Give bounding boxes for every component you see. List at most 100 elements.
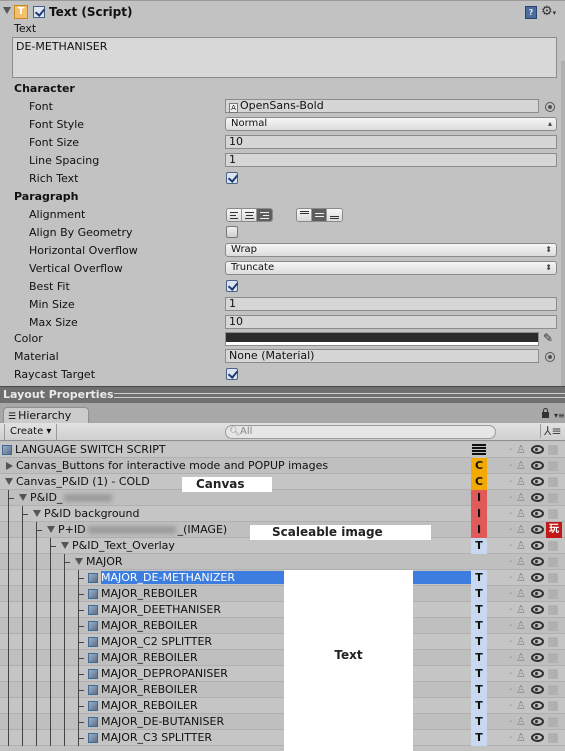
hierarchy-row[interactable]: MAJOR · ♙ bbox=[0, 554, 565, 570]
row-lock-icon[interactable] bbox=[548, 557, 558, 567]
visibility-eye-icon[interactable] bbox=[531, 685, 544, 694]
help-book-icon[interactable]: ? bbox=[525, 6, 537, 19]
font-size-field[interactable]: 10 bbox=[225, 135, 557, 149]
visibility-eye-icon[interactable] bbox=[531, 653, 544, 662]
create-button[interactable]: Create ▾ bbox=[4, 424, 58, 440]
row-lock-icon[interactable] bbox=[548, 445, 558, 455]
visibility-eye-icon[interactable] bbox=[531, 637, 544, 646]
max-size-field[interactable]: 10 bbox=[225, 315, 557, 329]
expand-arrow-icon[interactable] bbox=[19, 494, 27, 501]
pickable-icon[interactable]: · ♙ bbox=[509, 555, 526, 568]
horizontal-overflow-dropdown[interactable]: Wrap ⬍ bbox=[225, 243, 557, 257]
eyedropper-icon[interactable]: ✎ bbox=[543, 331, 553, 345]
foldout-arrow-icon[interactable] bbox=[3, 7, 11, 14]
color-swatch[interactable] bbox=[225, 332, 539, 346]
pickable-icon[interactable]: · ♙ bbox=[509, 699, 526, 712]
tab-hierarchy[interactable]: ☰ Hierarchy bbox=[3, 407, 89, 424]
hierarchy-row[interactable]: MAJOR_REBOILER T · ♙ bbox=[0, 650, 565, 666]
row-lock-icon[interactable] bbox=[548, 541, 558, 551]
pickable-icon[interactable]: · ♙ bbox=[509, 475, 526, 488]
rich-text-checkbox[interactable] bbox=[226, 172, 238, 184]
component-enabled-checkbox[interactable] bbox=[33, 6, 45, 18]
hierarchy-row[interactable]: MAJOR_C2 SPLITTER T · ♙ bbox=[0, 634, 565, 650]
material-field[interactable]: None (Material) bbox=[225, 349, 539, 363]
lock-icon[interactable] bbox=[542, 408, 549, 418]
pickable-icon[interactable]: · ♙ bbox=[509, 715, 526, 728]
expand-arrow-icon[interactable] bbox=[47, 526, 55, 533]
hierarchy-row[interactable]: MAJOR_DE-BUTANISER T · ♙ bbox=[0, 714, 565, 730]
search-input[interactable]: 🔍︎ All bbox=[225, 425, 496, 439]
raycast-target-checkbox[interactable] bbox=[226, 368, 238, 380]
row-lock-icon[interactable] bbox=[548, 733, 558, 743]
hierarchy-row[interactable]: MAJOR_REBOILER T · ♙ bbox=[0, 682, 565, 698]
pickable-icon[interactable]: · ♙ bbox=[509, 683, 526, 696]
visibility-eye-icon[interactable] bbox=[531, 461, 544, 470]
best-fit-checkbox[interactable] bbox=[226, 280, 238, 292]
row-lock-icon[interactable] bbox=[548, 493, 558, 503]
visibility-eye-icon[interactable] bbox=[531, 525, 544, 534]
row-lock-icon[interactable] bbox=[548, 701, 558, 711]
hierarchy-row[interactable]: MAJOR_REBOILER T · ♙ bbox=[0, 698, 565, 714]
pickable-icon[interactable]: · ♙ bbox=[509, 635, 526, 648]
visibility-eye-icon[interactable] bbox=[531, 733, 544, 742]
visibility-eye-icon[interactable] bbox=[531, 717, 544, 726]
visibility-eye-icon[interactable] bbox=[531, 541, 544, 550]
row-lock-icon[interactable] bbox=[548, 685, 558, 695]
collapsed-arrow-icon[interactable] bbox=[6, 462, 13, 470]
pickable-icon[interactable]: · ♙ bbox=[509, 587, 526, 600]
visibility-eye-icon[interactable] bbox=[531, 557, 544, 566]
pickable-icon[interactable]: · ♙ bbox=[509, 459, 526, 472]
hierarchy-row[interactable]: MAJOR_DEETHANISER T · ♙ bbox=[0, 602, 565, 618]
row-lock-icon[interactable] bbox=[548, 605, 558, 615]
visibility-eye-icon[interactable] bbox=[531, 493, 544, 502]
hierarchy-row[interactable]: P&ID_ I · ♙ bbox=[0, 490, 565, 506]
pickable-icon[interactable]: · ♙ bbox=[509, 619, 526, 632]
pickable-icon[interactable]: · ♙ bbox=[509, 667, 526, 680]
row-lock-icon[interactable] bbox=[548, 509, 558, 519]
hierarchy-row[interactable]: MAJOR_DEPROPANISER T · ♙ bbox=[0, 666, 565, 682]
drag-handle[interactable] bbox=[114, 393, 565, 398]
tab-menu-icon[interactable]: ▾≡ bbox=[554, 411, 565, 420]
pickable-icon[interactable]: · ♙ bbox=[509, 491, 526, 504]
line-spacing-field[interactable]: 1 bbox=[225, 153, 557, 167]
hierarchy-row[interactable]: MAJOR_DE-METHANIZER T · ♙ bbox=[0, 570, 565, 586]
hierarchy-row[interactable]: MAJOR_REBOILER T · ♙ bbox=[0, 618, 565, 634]
align-by-geometry-checkbox[interactable] bbox=[226, 226, 238, 238]
text-input[interactable]: DE-METHANISER bbox=[12, 37, 557, 78]
pickable-icon[interactable]: · ♙ bbox=[509, 539, 526, 552]
row-lock-icon[interactable] bbox=[548, 669, 558, 679]
hierarchy-row[interactable]: MAJOR_REBOILER T · ♙ bbox=[0, 586, 565, 602]
hierarchy-row[interactable]: P&ID_Text_Overlay T · ♙ bbox=[0, 538, 565, 554]
hierarchy-row[interactable]: Canvas_Buttons for interactive mode and … bbox=[0, 458, 565, 474]
scene-filter-icon[interactable]: ⅄≡ bbox=[540, 424, 561, 438]
row-lock-icon[interactable] bbox=[548, 461, 558, 471]
pickable-icon[interactable]: · ♙ bbox=[509, 507, 526, 520]
visibility-eye-icon[interactable] bbox=[531, 621, 544, 630]
align-left-button[interactable] bbox=[227, 209, 242, 221]
visibility-eye-icon[interactable] bbox=[531, 701, 544, 710]
pickable-icon[interactable]: · ♙ bbox=[509, 603, 526, 616]
pickable-icon[interactable]: · ♙ bbox=[509, 523, 526, 536]
gear-icon[interactable]: ⚙▾ bbox=[541, 4, 556, 19]
hierarchy-row[interactable]: LANGUAGE SWITCH SCRIPT · ♙ bbox=[0, 442, 565, 458]
align-center-button[interactable] bbox=[242, 209, 257, 221]
hierarchy-row[interactable]: Canvas_P&ID (1) - COLD C · ♙ bbox=[0, 474, 565, 490]
vertical-overflow-dropdown[interactable]: Truncate ⬍ bbox=[225, 261, 557, 275]
object-picker-icon[interactable] bbox=[545, 102, 555, 112]
font-style-dropdown[interactable]: Normal ▴ bbox=[225, 117, 557, 131]
min-size-field[interactable]: 1 bbox=[225, 297, 557, 311]
font-field[interactable]: A OpenSans-Bold bbox=[225, 99, 539, 113]
align-middle-button[interactable] bbox=[312, 209, 327, 221]
hierarchy-row[interactable]: MAJOR_C3 SPLITTER T · ♙ bbox=[0, 730, 565, 746]
visibility-eye-icon[interactable] bbox=[531, 573, 544, 582]
layout-properties-bar[interactable]: Layout Properties bbox=[0, 386, 565, 403]
pickable-icon[interactable]: · ♙ bbox=[509, 443, 526, 456]
pickable-icon[interactable]: · ♙ bbox=[509, 571, 526, 584]
align-right-button[interactable] bbox=[257, 209, 272, 221]
pickable-icon[interactable]: · ♙ bbox=[509, 651, 526, 664]
row-lock-icon[interactable] bbox=[548, 477, 558, 487]
row-lock-icon[interactable] bbox=[548, 621, 558, 631]
expand-arrow-icon[interactable] bbox=[5, 478, 13, 485]
align-top-button[interactable] bbox=[297, 209, 312, 221]
row-lock-icon[interactable] bbox=[548, 637, 558, 647]
